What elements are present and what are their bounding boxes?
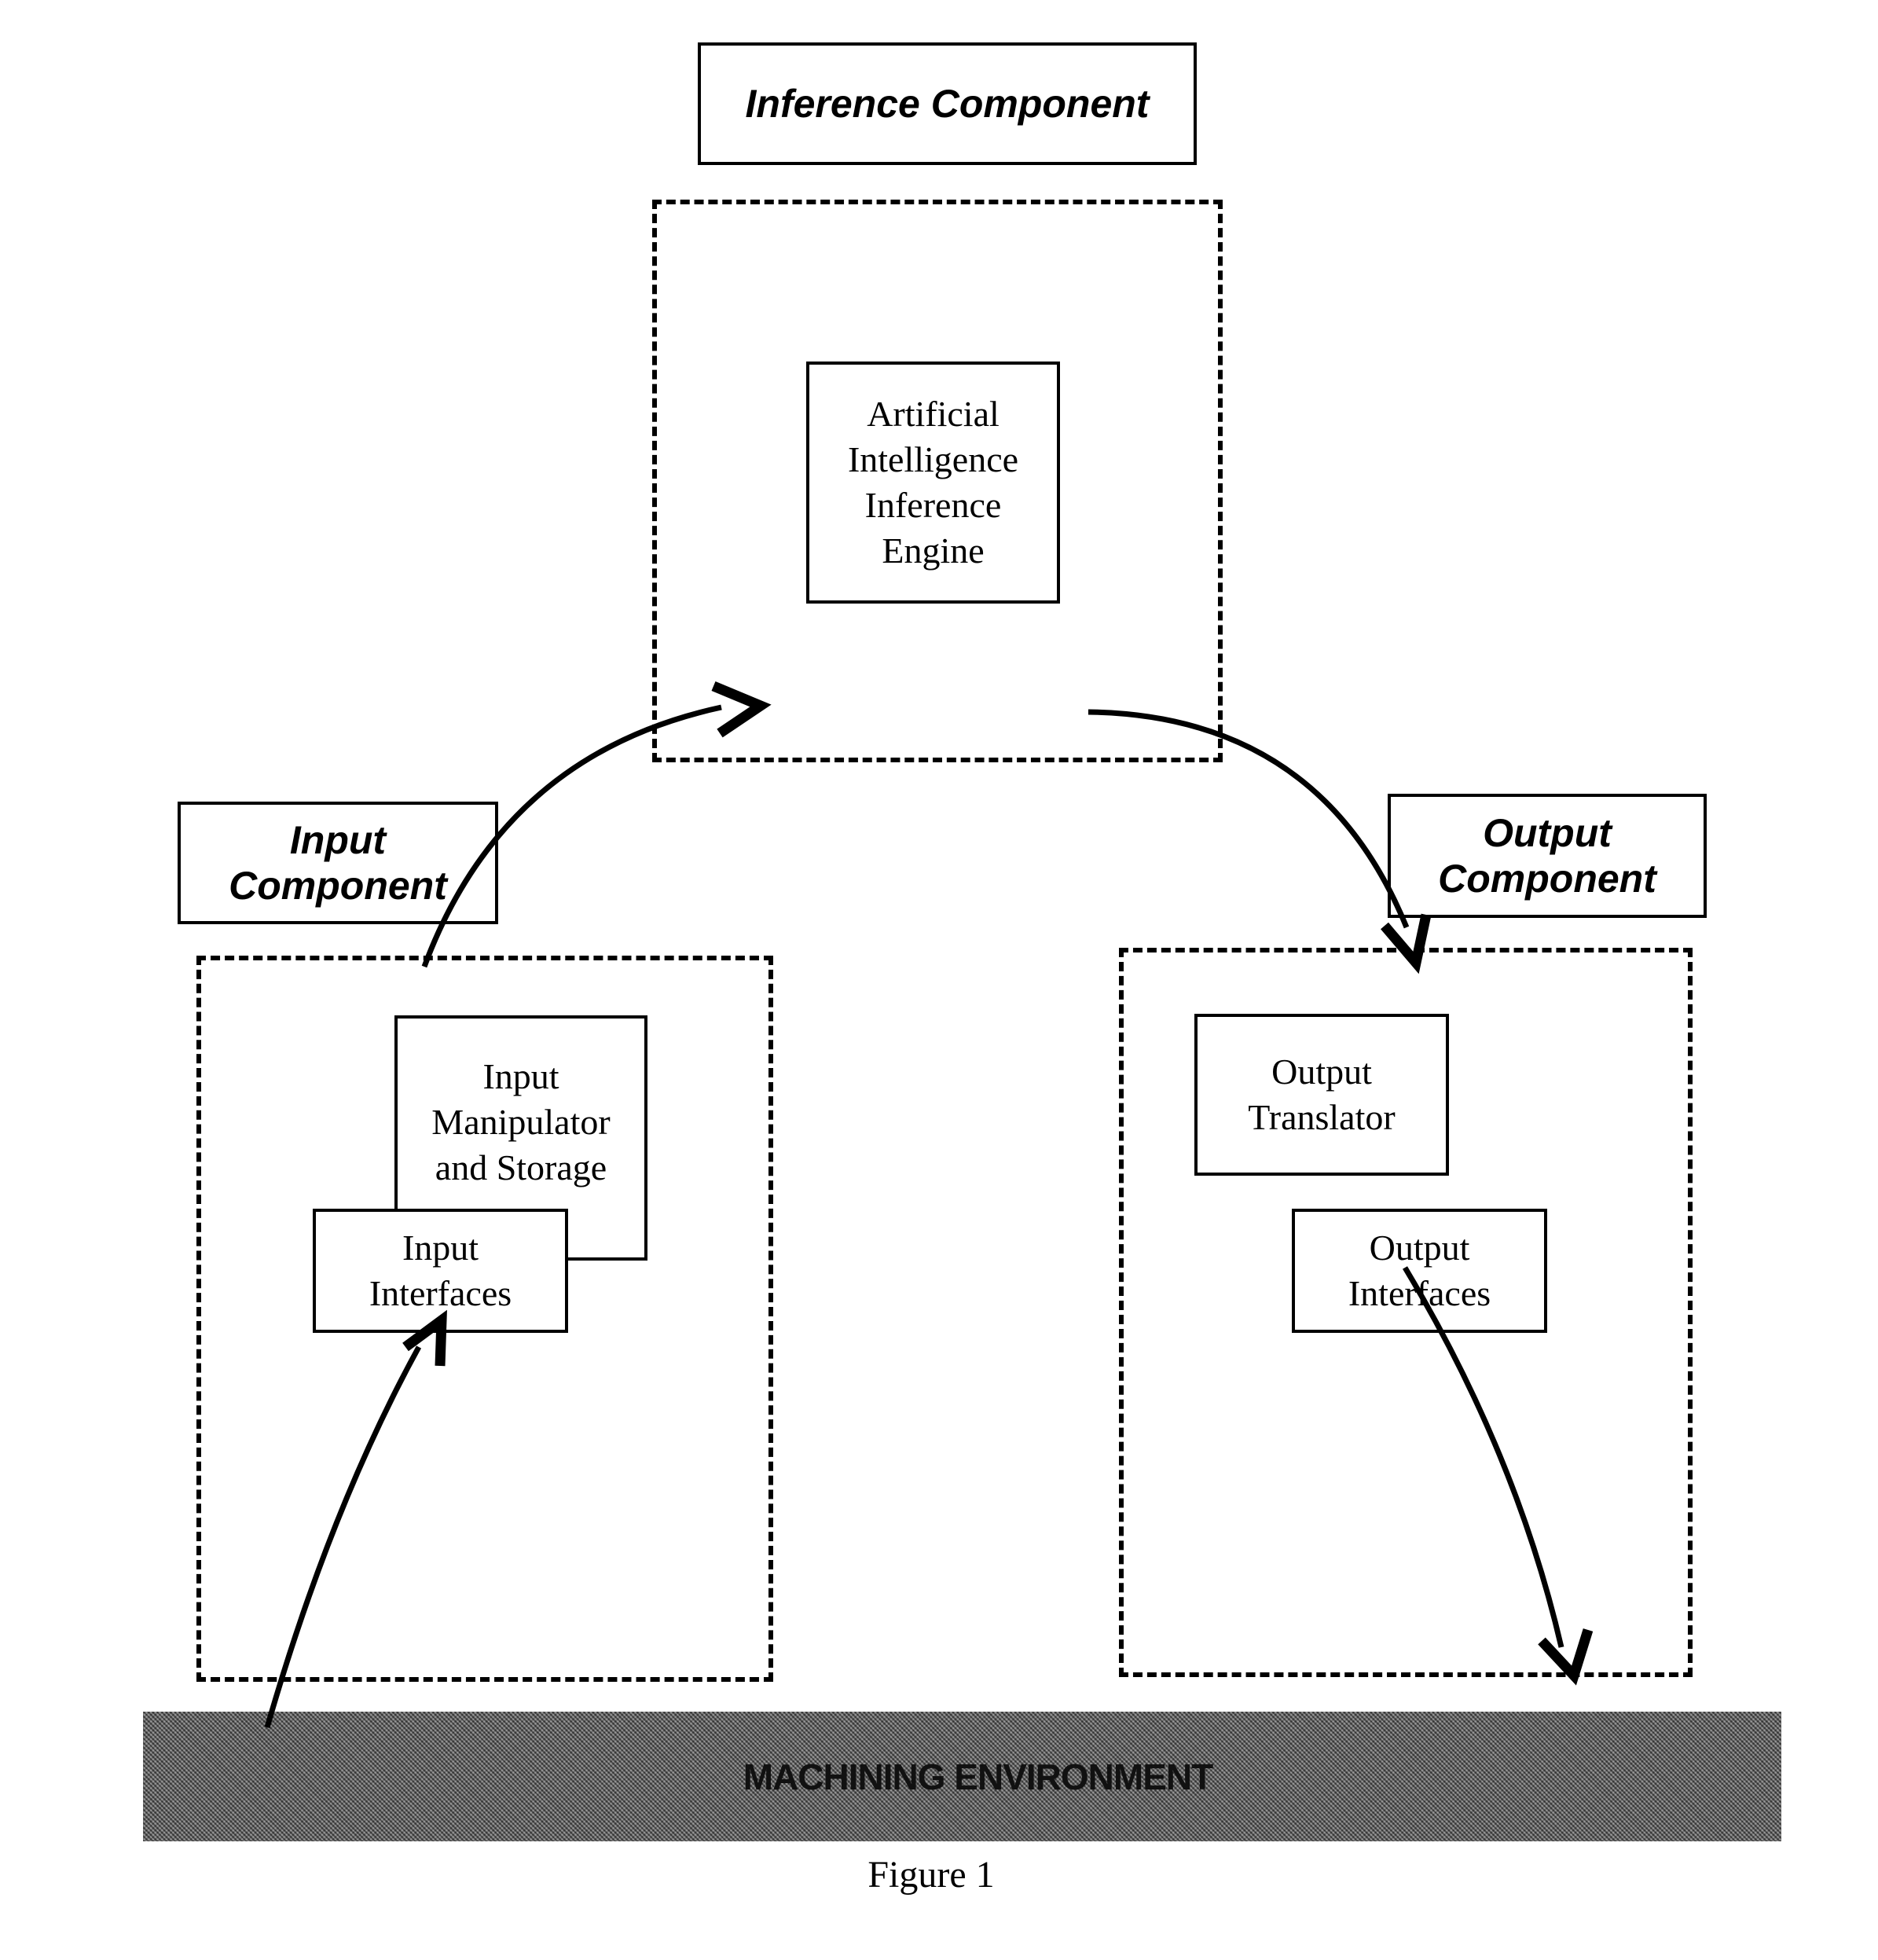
output-translator-block: Output Translator [1194,1014,1449,1176]
output-interfaces-block: Output Interfaces [1292,1209,1547,1333]
input-component-title: Input Component [178,802,498,924]
figure-caption: Figure 1 [0,1853,1878,1900]
inference-component-title-text: Inference Component [745,82,1150,126]
output-interfaces-label: Output Interfaces [1348,1228,1491,1313]
ai-inference-engine-block: Artificial Intelligence Inference Engine [806,362,1060,604]
input-component-title-text: Input Component [229,818,447,908]
input-interfaces-label: Input Interfaces [369,1228,512,1313]
output-component-title: Output Component [1388,794,1707,918]
output-component-title-text: Output Component [1438,811,1656,901]
figure-caption-text: Figure 1 [867,1854,995,1896]
inference-component-title: Inference Component [698,42,1197,165]
ai-inference-engine-label: Artificial Intelligence Inference Engine [847,394,1019,571]
machining-environment-label: MACHINING ENVIRONMENT [743,1756,1213,1797]
machining-environment-bar: MACHINING ENVIRONMENT [143,1712,1781,1841]
output-translator-label: Output Translator [1248,1052,1396,1137]
input-interfaces-block: Input Interfaces [313,1209,568,1333]
input-manipulator-storage-label: Input Manipulator and Storage [431,1056,611,1187]
